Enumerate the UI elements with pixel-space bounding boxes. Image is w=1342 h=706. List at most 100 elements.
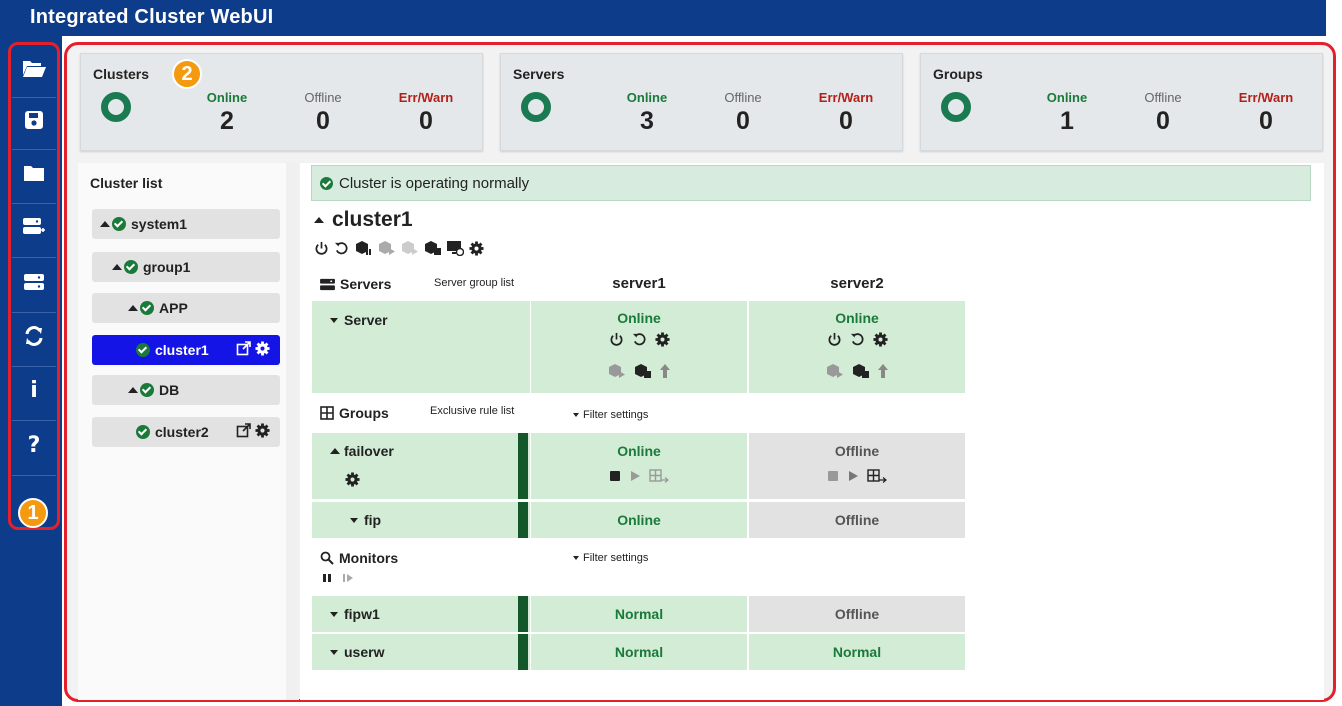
gear-icon[interactable] [255,341,270,356]
monitors-section-title: Monitors [320,550,398,566]
row-name-text: fipw1 [344,606,380,622]
groups-summary-card[interactable]: Groups Online 1 Offline 0 Err/Warn 0 [920,53,1323,151]
arrow-up-icon[interactable] [659,363,671,379]
servers-summary-card[interactable]: Servers Online 3 Offline 0 Err/Warn 0 [500,53,903,151]
gear-icon[interactable] [469,240,484,256]
card-title: Groups [933,66,983,82]
filter-label: Filter settings [583,552,649,564]
service-start-icon[interactable] [825,363,843,379]
service-stop-icon[interactable] [851,363,869,379]
pause-icon[interactable] [322,573,332,583]
external-link-icon[interactable] [236,341,251,356]
gear-icon[interactable] [345,472,360,487]
refresh-button[interactable] [12,314,56,358]
node-actions [236,423,270,438]
gear-icon[interactable] [872,332,888,347]
table-row-label[interactable]: failover [312,433,530,499]
offline-stat: Offline 0 [283,90,363,136]
cluster-start-disabled-icon[interactable] [400,240,418,256]
status-table: Servers Server group list server1 server… [312,268,966,673]
restart-icon[interactable] [334,241,349,256]
external-link-icon[interactable] [236,423,251,438]
server-group-list-link[interactable]: Server group list [434,277,514,289]
tree-node-system1[interactable]: system1 [92,209,280,239]
status-text: Normal [614,644,664,660]
collapse-caret-icon[interactable] [112,264,122,270]
tree-node-group1[interactable]: group1 [92,252,280,282]
servers-title-text: Servers [340,276,392,292]
expand-caret-icon[interactable] [330,649,338,655]
expand-caret-icon [573,413,579,417]
stop-icon[interactable] [827,470,839,482]
power-icon[interactable] [314,241,329,256]
status-indicator-bar [518,596,528,632]
collapse-caret-icon[interactable] [330,448,340,454]
fipw1-server2-cell: Offline [749,596,965,632]
help-button[interactable]: ? [12,423,56,467]
offline-count: 0 [316,107,330,135]
tree-node-app[interactable]: APP [92,293,280,323]
collapse-caret-icon[interactable] [128,387,138,393]
cluster-resume-icon[interactable] [377,240,395,256]
expand-caret-icon[interactable] [330,611,338,617]
app-title: Integrated Cluster WebUI [30,6,274,28]
cluster-suspend-icon[interactable] [354,240,372,256]
offline-label: Offline [1144,90,1182,105]
tree-scrollbar[interactable] [286,163,299,700]
move-group-icon[interactable] [867,469,887,483]
monitor-restart-icon[interactable] [446,240,464,256]
monitors-filter-settings[interactable]: Filter settings [573,552,648,564]
table-row-label[interactable]: fip [312,502,530,538]
gear-icon[interactable] [255,423,270,438]
add-server-button[interactable] [12,205,56,249]
status-indicator-bar [518,433,528,499]
folder-icon [24,166,44,181]
table-row-label[interactable]: userw [312,634,530,670]
row-name-text: userw [344,644,385,660]
offline-label: Offline [304,90,342,105]
expand-caret-icon[interactable] [330,317,338,323]
tree-node-cluster1[interactable]: cluster1 [92,335,280,365]
server-service-actions [531,363,747,379]
info-button[interactable]: i [12,368,56,412]
collapse-caret-icon[interactable] [100,221,110,227]
expand-caret-icon[interactable] [350,517,358,523]
monitor-actions [322,573,354,583]
power-icon[interactable] [609,332,624,347]
online-stat: Online 1 [1027,90,1107,136]
status-text: Online [835,310,879,326]
move-group-icon[interactable] [649,469,669,483]
tree-node-cluster2[interactable]: cluster2 [92,417,280,447]
tree-node-db[interactable]: DB [92,375,280,405]
service-start-icon[interactable] [607,363,625,379]
gear-icon[interactable] [654,332,670,347]
monitors-title-text: Monitors [339,550,399,566]
restart-icon[interactable] [850,332,865,347]
row-name-text: fip [364,512,382,528]
arrow-up-icon[interactable] [877,363,889,379]
resume-icon[interactable] [342,573,354,583]
groups-filter-settings[interactable]: Filter settings [573,409,648,421]
cluster-stop-icon[interactable] [423,240,441,256]
play-icon[interactable] [847,470,859,482]
folder-button[interactable] [12,151,56,195]
service-stop-icon[interactable] [633,363,651,379]
stop-icon[interactable] [609,470,621,482]
exclusive-rule-list-link[interactable]: Exclusive rule list [430,405,514,417]
cluster-title[interactable]: cluster1 [314,208,413,232]
table-row-label[interactable]: Server [312,301,530,393]
failover-server1-cell: Online [531,433,747,499]
server-button[interactable] [12,260,56,304]
open-config-button[interactable] [12,46,56,90]
collapse-caret-icon[interactable] [314,217,324,223]
clusters-summary-card[interactable]: Clusters Online 2 Offline 0 Err/Warn 0 [80,53,483,151]
power-icon[interactable] [827,332,842,347]
check-circle-icon [140,301,154,315]
restart-icon[interactable] [632,332,647,347]
table-row-label[interactable]: fipw1 [312,596,530,632]
collapse-caret-icon[interactable] [128,305,138,311]
play-icon[interactable] [629,470,641,482]
save-button[interactable] [12,98,56,142]
err-count: 0 [419,107,433,135]
search-icon [320,551,334,565]
